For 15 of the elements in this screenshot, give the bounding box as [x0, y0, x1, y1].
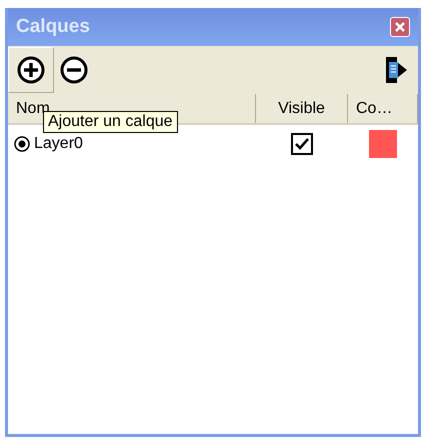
- window-title: Calques: [16, 14, 90, 39]
- layer-name: Layer0: [34, 134, 83, 154]
- document-arrow-icon: [385, 54, 409, 86]
- minus-circle-icon: [60, 56, 88, 84]
- plus-circle-icon: [17, 56, 45, 84]
- visible-checkbox[interactable]: [291, 133, 313, 155]
- close-icon: [394, 21, 406, 33]
- tooltip: Ajouter un calque: [43, 111, 178, 133]
- radio-button[interactable]: [14, 136, 30, 152]
- checkmark-icon: [294, 137, 310, 151]
- column-header[interactable]: Co…: [348, 94, 418, 123]
- add-layer-button[interactable]: [8, 47, 54, 93]
- color-swatch[interactable]: [369, 130, 397, 158]
- close-button[interactable]: [390, 17, 410, 37]
- column-header[interactable]: Visible: [256, 94, 348, 123]
